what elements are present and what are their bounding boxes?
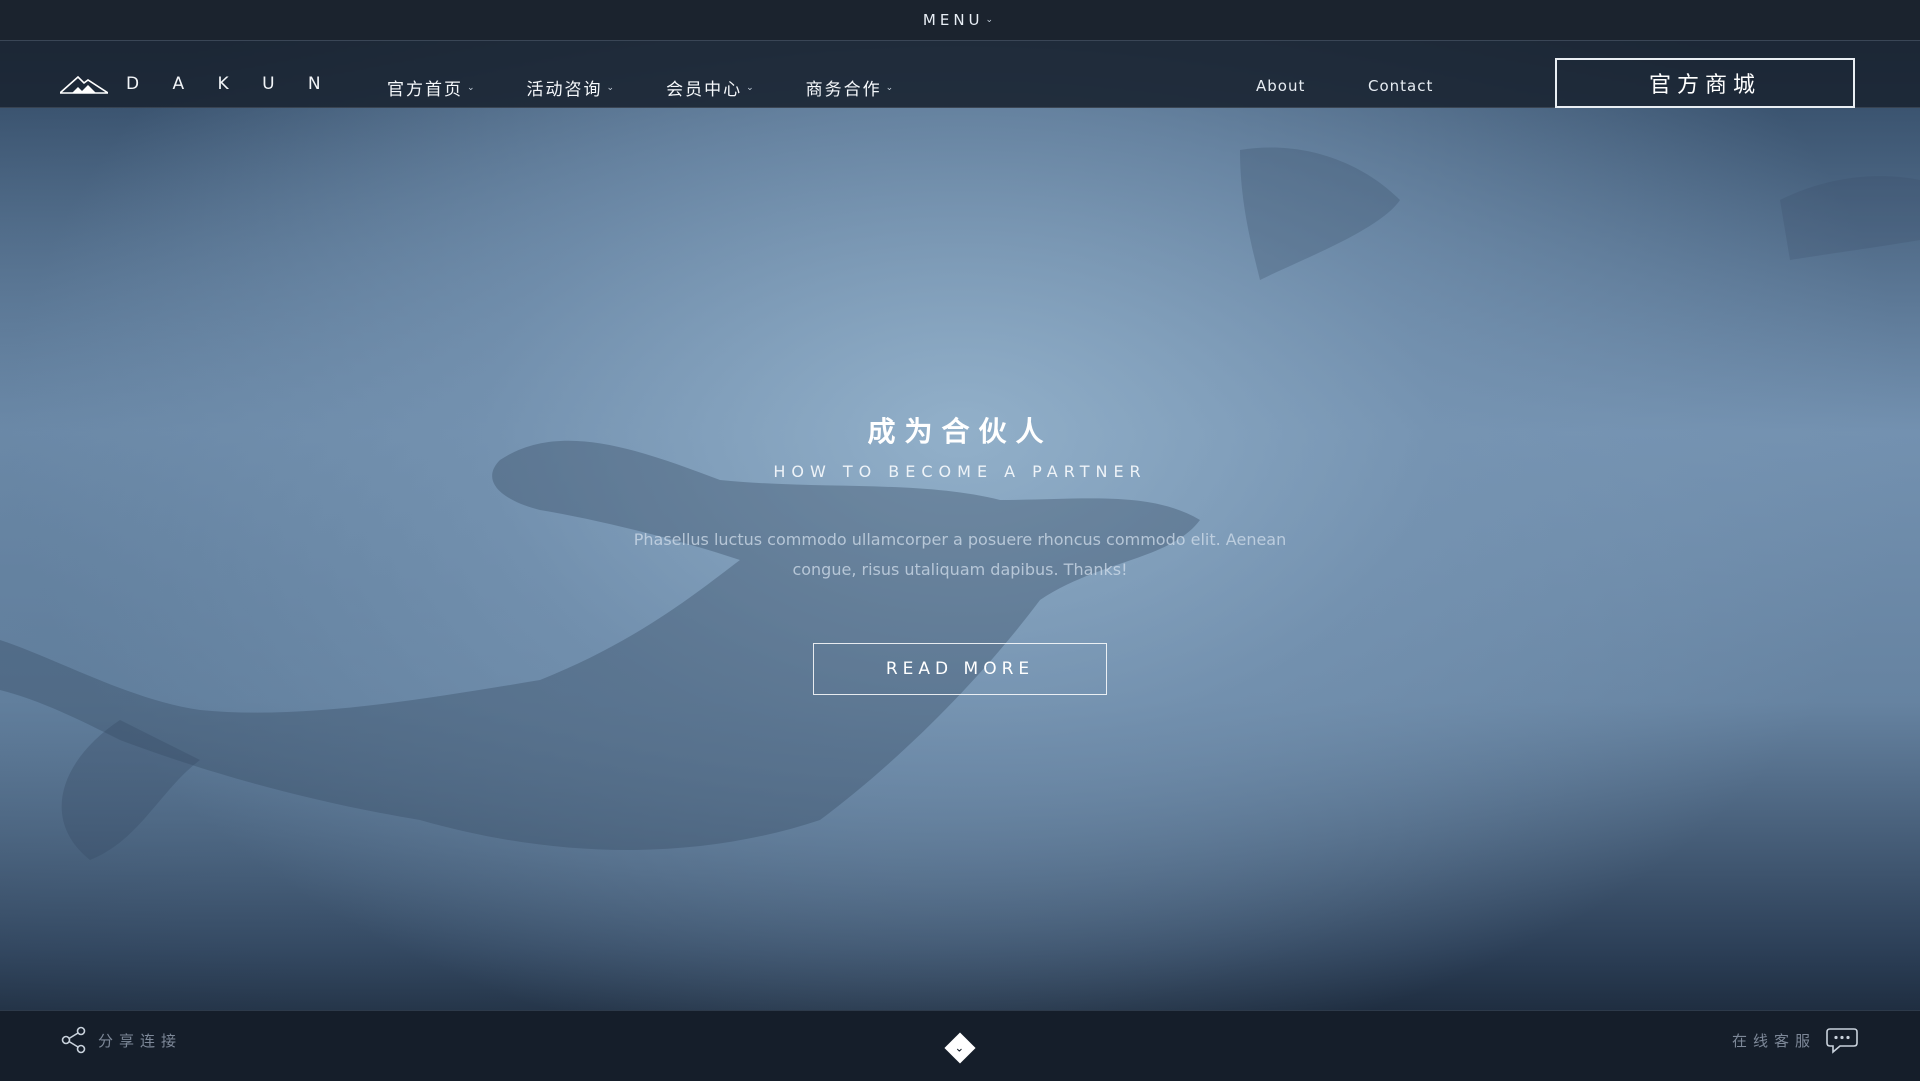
share-label: 分享连接 bbox=[98, 1031, 183, 1050]
hero-subtitle: HOW TO BECOME A PARTNER bbox=[773, 462, 1147, 481]
contact-link[interactable]: Contact bbox=[1368, 77, 1433, 95]
brand-logo[interactable]: D A K U N bbox=[60, 74, 335, 94]
chevron-down-icon: ⌄ bbox=[985, 15, 998, 25]
hero-title: 成为合伙人 bbox=[867, 415, 1053, 448]
official-store-button[interactable]: 官方商城 bbox=[1555, 58, 1855, 108]
menu-toggle[interactable]: MENU ⌄ bbox=[923, 11, 997, 29]
chat-bubble-icon bbox=[1826, 1028, 1858, 1054]
hero-section: 成为合伙人 HOW TO BECOME A PARTNER Phasellus … bbox=[0, 410, 1920, 585]
hero-description: Phasellus luctus commodo ullamcorper a p… bbox=[633, 530, 1287, 579]
share-link[interactable]: 分享连接 bbox=[60, 1026, 182, 1054]
nav-item-business[interactable]: 商务合作 ⌄ bbox=[806, 75, 896, 100]
nav-item-members[interactable]: 会员中心 ⌄ bbox=[666, 75, 756, 100]
nav-item-label: 会员中心 bbox=[666, 80, 743, 100]
nav-item-home[interactable]: 官方首页 ⌄ bbox=[387, 75, 477, 100]
chevron-down-icon: ⌄ bbox=[885, 82, 896, 93]
top-menu-bar: MENU ⌄ bbox=[0, 0, 1920, 41]
nav-item-label: 官方首页 bbox=[387, 80, 463, 100]
about-link[interactable]: About bbox=[1256, 77, 1305, 95]
chevron-down-icon: ⌄ bbox=[746, 82, 756, 93]
chevron-down-icon: ⌄ bbox=[467, 82, 477, 93]
online-service-link[interactable]: 在线客服 bbox=[1732, 1025, 1860, 1055]
chevron-down-icon: ⌄ bbox=[606, 82, 617, 93]
primary-nav: 官方首页 ⌄ 活动咨询 ⌄ 会员中心 ⌄ 商务合作 ⌄ bbox=[387, 75, 895, 100]
brand-name: D A K U N bbox=[126, 74, 335, 94]
nav-item-label: 商务合作 bbox=[805, 80, 882, 100]
read-more-button[interactable]: READ MORE bbox=[813, 643, 1107, 695]
nav-item-label: 活动咨询 bbox=[526, 80, 603, 100]
service-label: 在线客服 bbox=[1731, 1031, 1816, 1050]
menu-label: MENU bbox=[922, 11, 984, 29]
mountain-icon bbox=[60, 75, 108, 94]
nav-item-events[interactable]: 活动咨询 ⌄ bbox=[527, 75, 617, 100]
share-icon bbox=[61, 1026, 86, 1054]
chevron-down-icon: ⌄ bbox=[955, 1041, 965, 1055]
